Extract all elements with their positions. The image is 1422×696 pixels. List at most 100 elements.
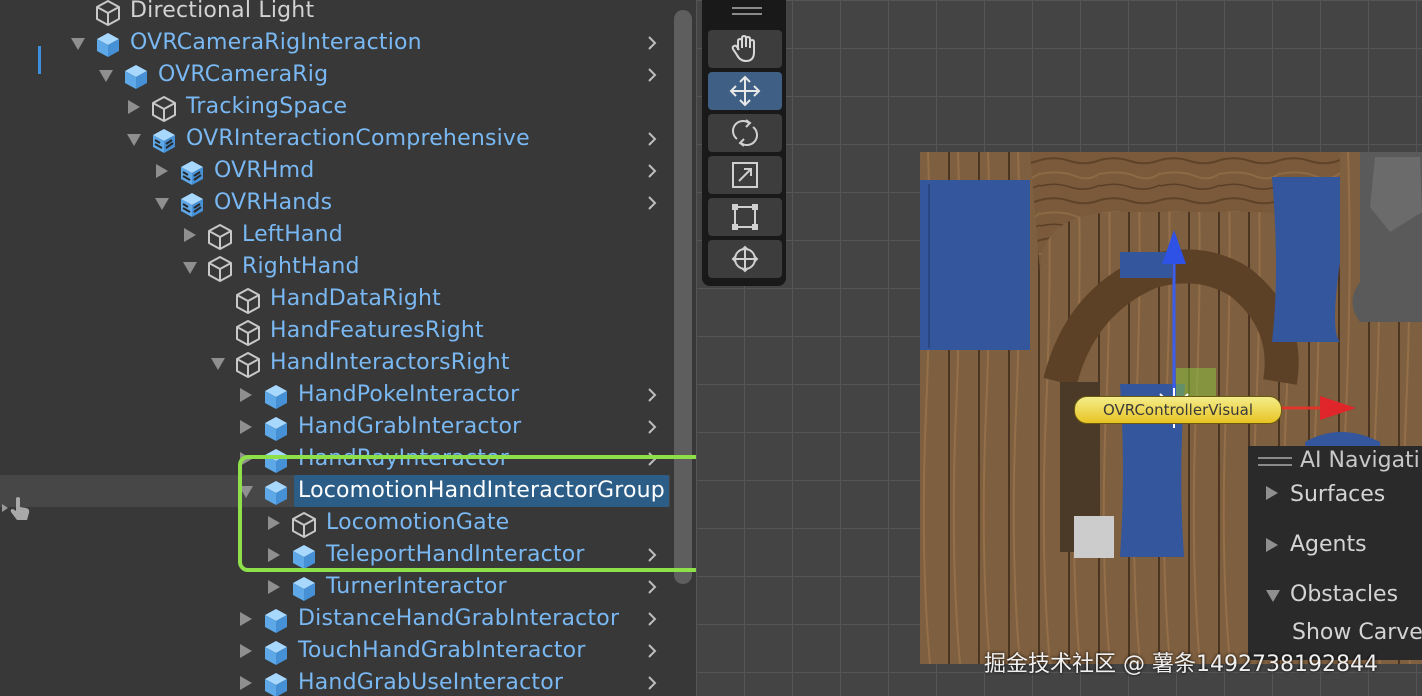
- hierarchy-row[interactable]: OVRHmd: [0, 155, 670, 187]
- foldout-right-icon[interactable]: [1266, 486, 1278, 500]
- ai-nav-surfaces[interactable]: Surfaces: [1290, 482, 1385, 507]
- hierarchy-row-label: LeftHand: [242, 222, 343, 247]
- open-prefab-chevron-icon[interactable]: [644, 163, 660, 179]
- hierarchy-row[interactable]: HandInteractorsRight: [0, 347, 670, 379]
- foldout-down-icon[interactable]: [71, 38, 85, 50]
- ai-nav-obstacles[interactable]: Obstacles: [1290, 582, 1398, 607]
- move-tool-icon: [729, 75, 761, 107]
- hierarchy-row[interactable]: TrackingSpace: [0, 91, 670, 123]
- cube-outline-icon: [208, 256, 232, 282]
- prefab-cube-icon: [265, 609, 287, 633]
- ai-nav-agents[interactable]: Agents: [1290, 532, 1367, 557]
- scale-tool-icon: [732, 162, 758, 188]
- foldout-down-icon[interactable]: [183, 262, 197, 274]
- hierarchy-row-label: TrackingSpace: [186, 94, 348, 119]
- open-prefab-chevron-icon[interactable]: [644, 643, 660, 659]
- hierarchy-row-label: RightHand: [242, 254, 360, 279]
- hierarchy-row[interactable]: Directional Light: [0, 0, 670, 27]
- hierarchy-row[interactable]: HandGrabUseInteractor: [0, 667, 670, 696]
- scale-tool-button[interactable]: [708, 156, 782, 194]
- hierarchy-row[interactable]: DistanceHandGrabInteractor: [0, 603, 670, 635]
- cube-outline-icon: [96, 0, 120, 26]
- hand-tool-icon: [731, 34, 755, 63]
- hand-tool-button[interactable]: [708, 30, 782, 68]
- hierarchy-row-label: HandDataRight: [270, 286, 441, 311]
- hierarchy-row[interactable]: RightHand: [0, 251, 670, 283]
- foldout-right-icon[interactable]: [1266, 538, 1278, 552]
- cube-outline-icon: [152, 96, 176, 122]
- drag-grip-icon[interactable]: [1258, 456, 1292, 468]
- rotate-tool-button[interactable]: [708, 114, 782, 152]
- foldout-right-icon[interactable]: [128, 100, 140, 114]
- open-prefab-chevron-icon[interactable]: [644, 579, 660, 595]
- hierarchy-row-label: HandInteractorsRight: [270, 350, 510, 375]
- foldout-down-icon[interactable]: [155, 198, 169, 210]
- foldout-right-icon[interactable]: [240, 388, 252, 402]
- foldout-down-icon[interactable]: [1266, 590, 1280, 602]
- foldout-down-icon[interactable]: [127, 134, 141, 146]
- cube-outline-icon: [236, 288, 260, 314]
- open-prefab-chevron-icon[interactable]: [644, 387, 660, 403]
- open-prefab-chevron-icon[interactable]: [644, 131, 660, 147]
- foldout-right-icon[interactable]: [240, 420, 252, 434]
- transform-tool-icon: [731, 245, 759, 273]
- rect-tool-icon: [732, 204, 758, 230]
- hierarchy-row-label: DistanceHandGrabInteractor: [298, 606, 620, 631]
- watermark-text: 掘金技术社区 @ 薯条1492738192844: [984, 652, 1378, 677]
- scene-tools-overlay: [702, 0, 786, 286]
- controller-visual-label[interactable]: OVRControllerVisual: [1074, 396, 1282, 424]
- hierarchy-row-label: HandGrabUseInteractor: [298, 670, 564, 695]
- hierarchy-row-label: HandPokeInteractor: [298, 382, 520, 407]
- drag-grip-icon[interactable]: [732, 6, 762, 16]
- prefab-variant-icon: [181, 161, 203, 185]
- hierarchy-row[interactable]: HandDataRight: [0, 283, 670, 315]
- transform-tool-button[interactable]: [708, 240, 782, 278]
- hierarchy-row-label: Directional Light: [130, 0, 315, 23]
- ai-nav-show-carve[interactable]: Show Carve: [1292, 620, 1422, 645]
- hierarchy-row-label: HandGrabInteractor: [298, 414, 522, 439]
- hierarchy-row[interactable]: HandFeaturesRight: [0, 315, 670, 347]
- prefab-cube-icon: [265, 417, 287, 441]
- hierarchy-row-label: TouchHandGrabInteractor: [298, 638, 586, 663]
- hierarchy-row[interactable]: TurnerInteractor: [0, 571, 670, 603]
- open-prefab-chevron-icon[interactable]: [644, 675, 660, 691]
- hierarchy-row[interactable]: LeftHand: [0, 219, 670, 251]
- rect-tool-button[interactable]: [708, 198, 782, 236]
- foldout-down-icon[interactable]: [99, 70, 113, 82]
- open-prefab-chevron-icon[interactable]: [644, 419, 660, 435]
- scene-view[interactable]: OVRControllerVisual AI Navigati Surfaces…: [696, 0, 1422, 696]
- hierarchy-row-label: TurnerInteractor: [326, 574, 507, 599]
- hierarchy-row[interactable]: HandPokeInteractor: [0, 379, 670, 411]
- move-tool-button[interactable]: [708, 72, 782, 110]
- hierarchy-row-label: OVRCameraRig: [158, 62, 329, 87]
- foldout-right-icon[interactable]: [240, 644, 252, 658]
- prefab-cube-icon: [265, 641, 287, 665]
- open-prefab-chevron-icon[interactable]: [644, 195, 660, 211]
- foldout-right-icon[interactable]: [156, 164, 168, 178]
- hierarchy-row[interactable]: OVRInteractionComprehensive: [0, 123, 670, 155]
- hierarchy-row[interactable]: HandGrabInteractor: [0, 411, 670, 443]
- prefab-cube-icon: [265, 673, 287, 696]
- hierarchy-row[interactable]: OVRCameraRigInteraction: [0, 27, 670, 59]
- hierarchy-row-label: HandFeaturesRight: [270, 318, 484, 343]
- foldout-right-icon[interactable]: [268, 580, 280, 594]
- ai-navigation-title: AI Navigati: [1300, 448, 1420, 473]
- rotate-tool-icon: [732, 119, 758, 147]
- prefab-cube-icon: [97, 33, 119, 57]
- hierarchy-row[interactable]: OVRCameraRig: [0, 59, 670, 91]
- hierarchy-row[interactable]: OVRHands: [0, 187, 670, 219]
- open-prefab-chevron-icon[interactable]: [644, 611, 660, 627]
- hierarchy-row-label: OVRInteractionComprehensive: [186, 126, 530, 151]
- hierarchy-row-label: OVRCameraRigInteraction: [130, 30, 422, 55]
- pointer-hand-icon: [2, 497, 30, 520]
- foldout-right-icon[interactable]: [240, 676, 252, 690]
- foldout-down-icon[interactable]: [211, 358, 225, 370]
- cube-outline-icon: [236, 320, 260, 346]
- open-prefab-chevron-icon[interactable]: [644, 67, 660, 83]
- open-prefab-chevron-icon[interactable]: [644, 35, 660, 51]
- prefab-variant-icon: [181, 193, 203, 217]
- hierarchy-row[interactable]: TouchHandGrabInteractor: [0, 635, 670, 667]
- foldout-right-icon[interactable]: [240, 612, 252, 626]
- foldout-right-icon[interactable]: [184, 228, 196, 242]
- cube-outline-icon: [208, 224, 232, 250]
